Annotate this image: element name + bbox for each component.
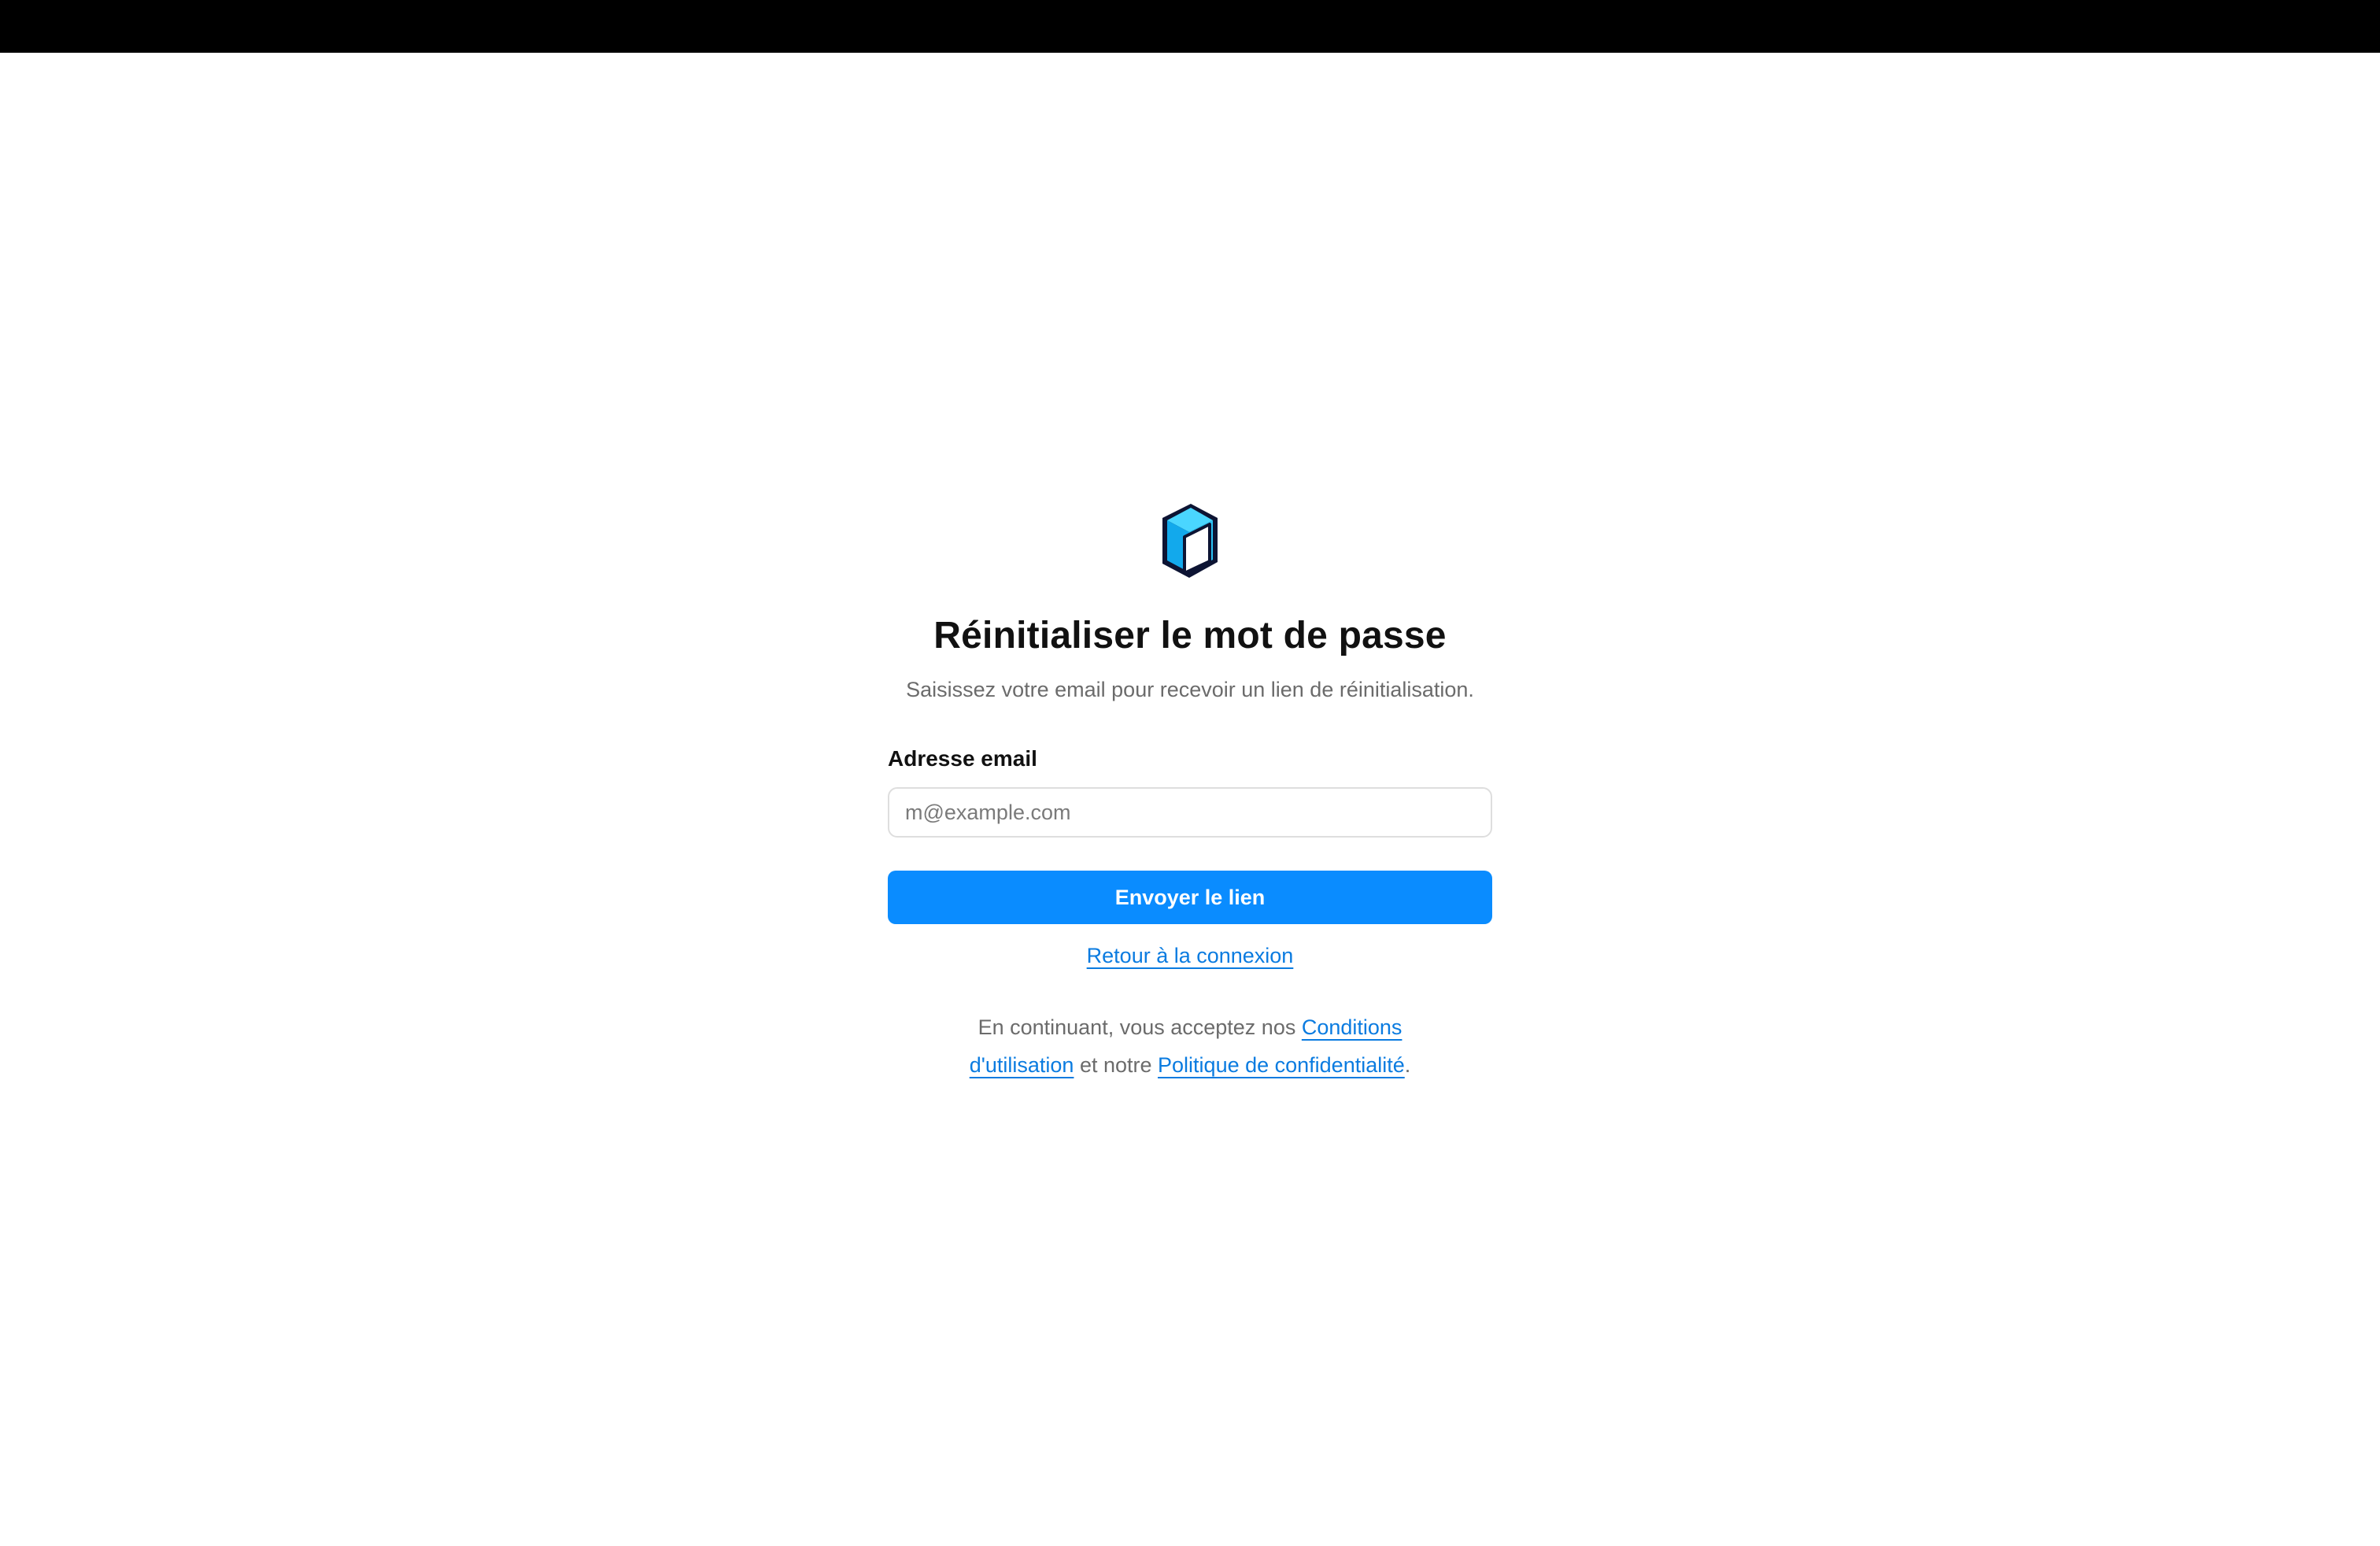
legal-prefix: En continuant, vous acceptez nos: [978, 1015, 1302, 1039]
top-bar: [0, 0, 2380, 53]
send-link-button[interactable]: Envoyer le lien: [888, 871, 1492, 924]
privacy-link[interactable]: Politique de confidentialité: [1158, 1053, 1405, 1077]
legal-notice: En continuant, vous acceptez nos Conditi…: [946, 1008, 1434, 1084]
legal-suffix: .: [1404, 1053, 1411, 1077]
page-subtitle: Saisissez votre email pour recevoir un l…: [906, 678, 1474, 701]
email-field[interactable]: [888, 787, 1492, 838]
back-row: Retour à la connexion: [888, 941, 1492, 974]
page-title: Réinitialiser le mot de passe: [933, 615, 1447, 656]
email-label: Adresse email: [888, 746, 1037, 771]
cube-logo-icon: [1162, 504, 1218, 578]
legal-middle: et notre: [1074, 1053, 1159, 1077]
back-to-login-link[interactable]: Retour à la connexion: [1087, 944, 1294, 967]
reset-password-panel: Réinitialiser le mot de passe Saisissez …: [888, 501, 1492, 1084]
